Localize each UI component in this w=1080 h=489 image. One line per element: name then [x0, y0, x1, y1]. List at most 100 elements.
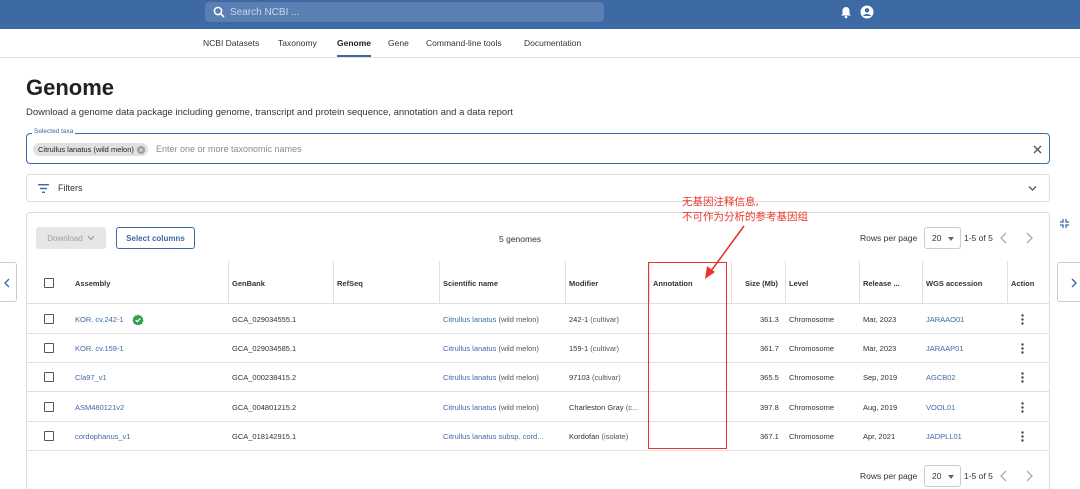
- tab-command-line-tools[interactable]: Command-line tools: [426, 38, 502, 48]
- account-icon[interactable]: [860, 5, 874, 19]
- taxa-legend: Selected taxa: [32, 128, 76, 135]
- chevron-left-icon[interactable]: [999, 232, 1009, 244]
- kebab-menu-icon[interactable]: [1021, 314, 1024, 325]
- chevron-down-icon[interactable]: [1028, 185, 1037, 192]
- row-checkbox[interactable]: [44, 402, 54, 412]
- wgs-accession-link[interactable]: JADPLL01: [926, 432, 962, 441]
- row-checkbox[interactable]: [44, 343, 54, 353]
- column-divider[interactable]: [859, 261, 860, 303]
- row-checkbox[interactable]: [44, 314, 54, 324]
- tab-documentation[interactable]: Documentation: [524, 38, 581, 48]
- chevron-right-icon[interactable]: [1024, 232, 1034, 244]
- column-divider[interactable]: [565, 261, 566, 303]
- chip-close-icon[interactable]: [136, 145, 145, 154]
- kebab-menu-icon[interactable]: [1021, 372, 1024, 383]
- assembly-link[interactable]: Cla97_v1: [75, 373, 107, 382]
- chevron-right-icon: [1071, 278, 1077, 288]
- rows-per-page-value: 20: [932, 471, 942, 481]
- assembly-link[interactable]: KOR. cv.159-1: [75, 344, 124, 353]
- page-title: Genome: [26, 75, 115, 100]
- scientific-name: Citrullus lanatus subsp. cord...: [443, 432, 543, 441]
- download-button[interactable]: Download: [36, 227, 106, 249]
- row-divider: [27, 362, 1049, 363]
- tab-taxonomy[interactable]: Taxonomy: [278, 38, 317, 48]
- col-header-genbank[interactable]: GenBank: [232, 279, 265, 288]
- assembly-link[interactable]: cordophanus_v1: [75, 432, 130, 441]
- tab-ncbi-datasets[interactable]: NCBI Datasets: [203, 38, 259, 48]
- col-header-scientific-name[interactable]: Scientific name: [443, 279, 498, 288]
- kebab-menu-icon[interactable]: [1021, 402, 1024, 413]
- wgs-accession-link[interactable]: JARAAP01: [926, 344, 964, 353]
- modifier-type: (cultivar): [588, 315, 620, 324]
- column-divider[interactable]: [439, 261, 440, 303]
- assembly-link[interactable]: ASM480121v2: [75, 403, 124, 412]
- modifier-type: (isolate): [599, 432, 629, 441]
- assembly-link[interactable]: KOR. cv.242-1: [75, 315, 124, 324]
- genbank-accession: GCA_000238415.2: [232, 373, 297, 382]
- scientific-name: Citrullus lanatus (wild melon): [443, 403, 539, 412]
- taxa-field[interactable]: Selected taxa Citrullus lanatus (wild me…: [26, 128, 1050, 164]
- col-header-refseq[interactable]: RefSeq: [337, 279, 363, 288]
- taxa-input-placeholder[interactable]: Enter one or more taxonomic names: [156, 144, 302, 154]
- taxa-chip-label: Citrullus lanatus (wild melon): [38, 145, 134, 154]
- collapse-icon[interactable]: [1059, 218, 1070, 229]
- row-checkbox[interactable]: [44, 372, 54, 382]
- modifier-value: 97103: [569, 373, 590, 382]
- clear-icon[interactable]: [1033, 145, 1042, 154]
- rows-per-page-select[interactable]: 20: [924, 465, 961, 487]
- kebab-menu-icon[interactable]: [1021, 431, 1024, 442]
- results-count: 5 genomes: [499, 234, 542, 244]
- column-divider[interactable]: [922, 261, 923, 303]
- col-header-assembly[interactable]: Assembly: [75, 279, 110, 288]
- release-date: Apr, 2021: [863, 432, 896, 441]
- scientific-name-link[interactable]: Citrullus lanatus: [443, 344, 496, 353]
- chevron-left-icon[interactable]: [999, 470, 1009, 482]
- col-header-modifier[interactable]: Modifier: [569, 279, 598, 288]
- select-columns-button[interactable]: Select columns: [116, 227, 195, 249]
- modifier: Charleston Gray (c...: [569, 403, 638, 412]
- scroll-left-button[interactable]: [0, 262, 17, 302]
- common-name: (wild melon): [496, 373, 539, 382]
- col-header-size[interactable]: Size (Mb): [745, 279, 778, 288]
- top-bar: [0, 0, 1080, 29]
- scientific-name-link[interactable]: Citrullus lanatus: [443, 315, 496, 324]
- column-divider[interactable]: [1007, 261, 1008, 303]
- modifier: Kordofan (isolate): [569, 432, 628, 441]
- column-divider[interactable]: [228, 261, 229, 303]
- size-mb: 367.1: [760, 432, 779, 441]
- chevron-right-icon[interactable]: [1024, 470, 1034, 482]
- scientific-name-link[interactable]: Citrullus lanatus: [443, 403, 496, 412]
- column-divider[interactable]: [333, 261, 334, 303]
- col-header-level[interactable]: Level: [789, 279, 808, 288]
- taxa-chip[interactable]: Citrullus lanatus (wild melon): [33, 143, 148, 156]
- scroll-right-button[interactable]: [1057, 262, 1080, 302]
- column-divider[interactable]: [731, 261, 732, 303]
- tab-gene[interactable]: Gene: [388, 38, 409, 48]
- col-header-release[interactable]: Release ...: [863, 279, 900, 288]
- modifier-value: Kordofan: [569, 432, 600, 441]
- wgs-accession-link[interactable]: VOOL01: [926, 403, 955, 412]
- tab-genome[interactable]: Genome: [337, 38, 371, 48]
- scientific-name-link[interactable]: Citrullus lanatus: [443, 373, 496, 382]
- rows-per-page-label: Rows per page: [860, 471, 918, 481]
- common-name: (wild melon): [496, 403, 539, 412]
- filters-label: Filters: [58, 183, 83, 193]
- search-box[interactable]: [205, 2, 604, 22]
- wgs-accession-link[interactable]: AGCB02: [926, 373, 956, 382]
- search-input[interactable]: [230, 6, 590, 18]
- assembly-level: Chromosome: [789, 432, 835, 441]
- select-all-checkbox[interactable]: [44, 278, 54, 288]
- column-divider[interactable]: [785, 261, 786, 303]
- scientific-name: Citrullus lanatus (wild melon): [443, 344, 539, 353]
- kebab-menu-icon[interactable]: [1021, 343, 1024, 354]
- col-header-wgs-accession[interactable]: WGS accession: [926, 279, 982, 288]
- bell-icon[interactable]: [840, 6, 852, 19]
- wgs-accession-link[interactable]: JARAAO01: [926, 315, 964, 324]
- col-header-action[interactable]: Action: [1011, 279, 1034, 288]
- page-description: Download a genome data package including…: [26, 107, 513, 118]
- filters-panel[interactable]: Filters: [26, 174, 1050, 202]
- scientific-name-link[interactable]: Citrullus lanatus subsp. cord...: [443, 432, 543, 441]
- genbank-accession: GCA_029034585.1: [232, 344, 297, 353]
- rows-per-page-select[interactable]: 20: [924, 227, 961, 249]
- row-checkbox[interactable]: [44, 431, 54, 441]
